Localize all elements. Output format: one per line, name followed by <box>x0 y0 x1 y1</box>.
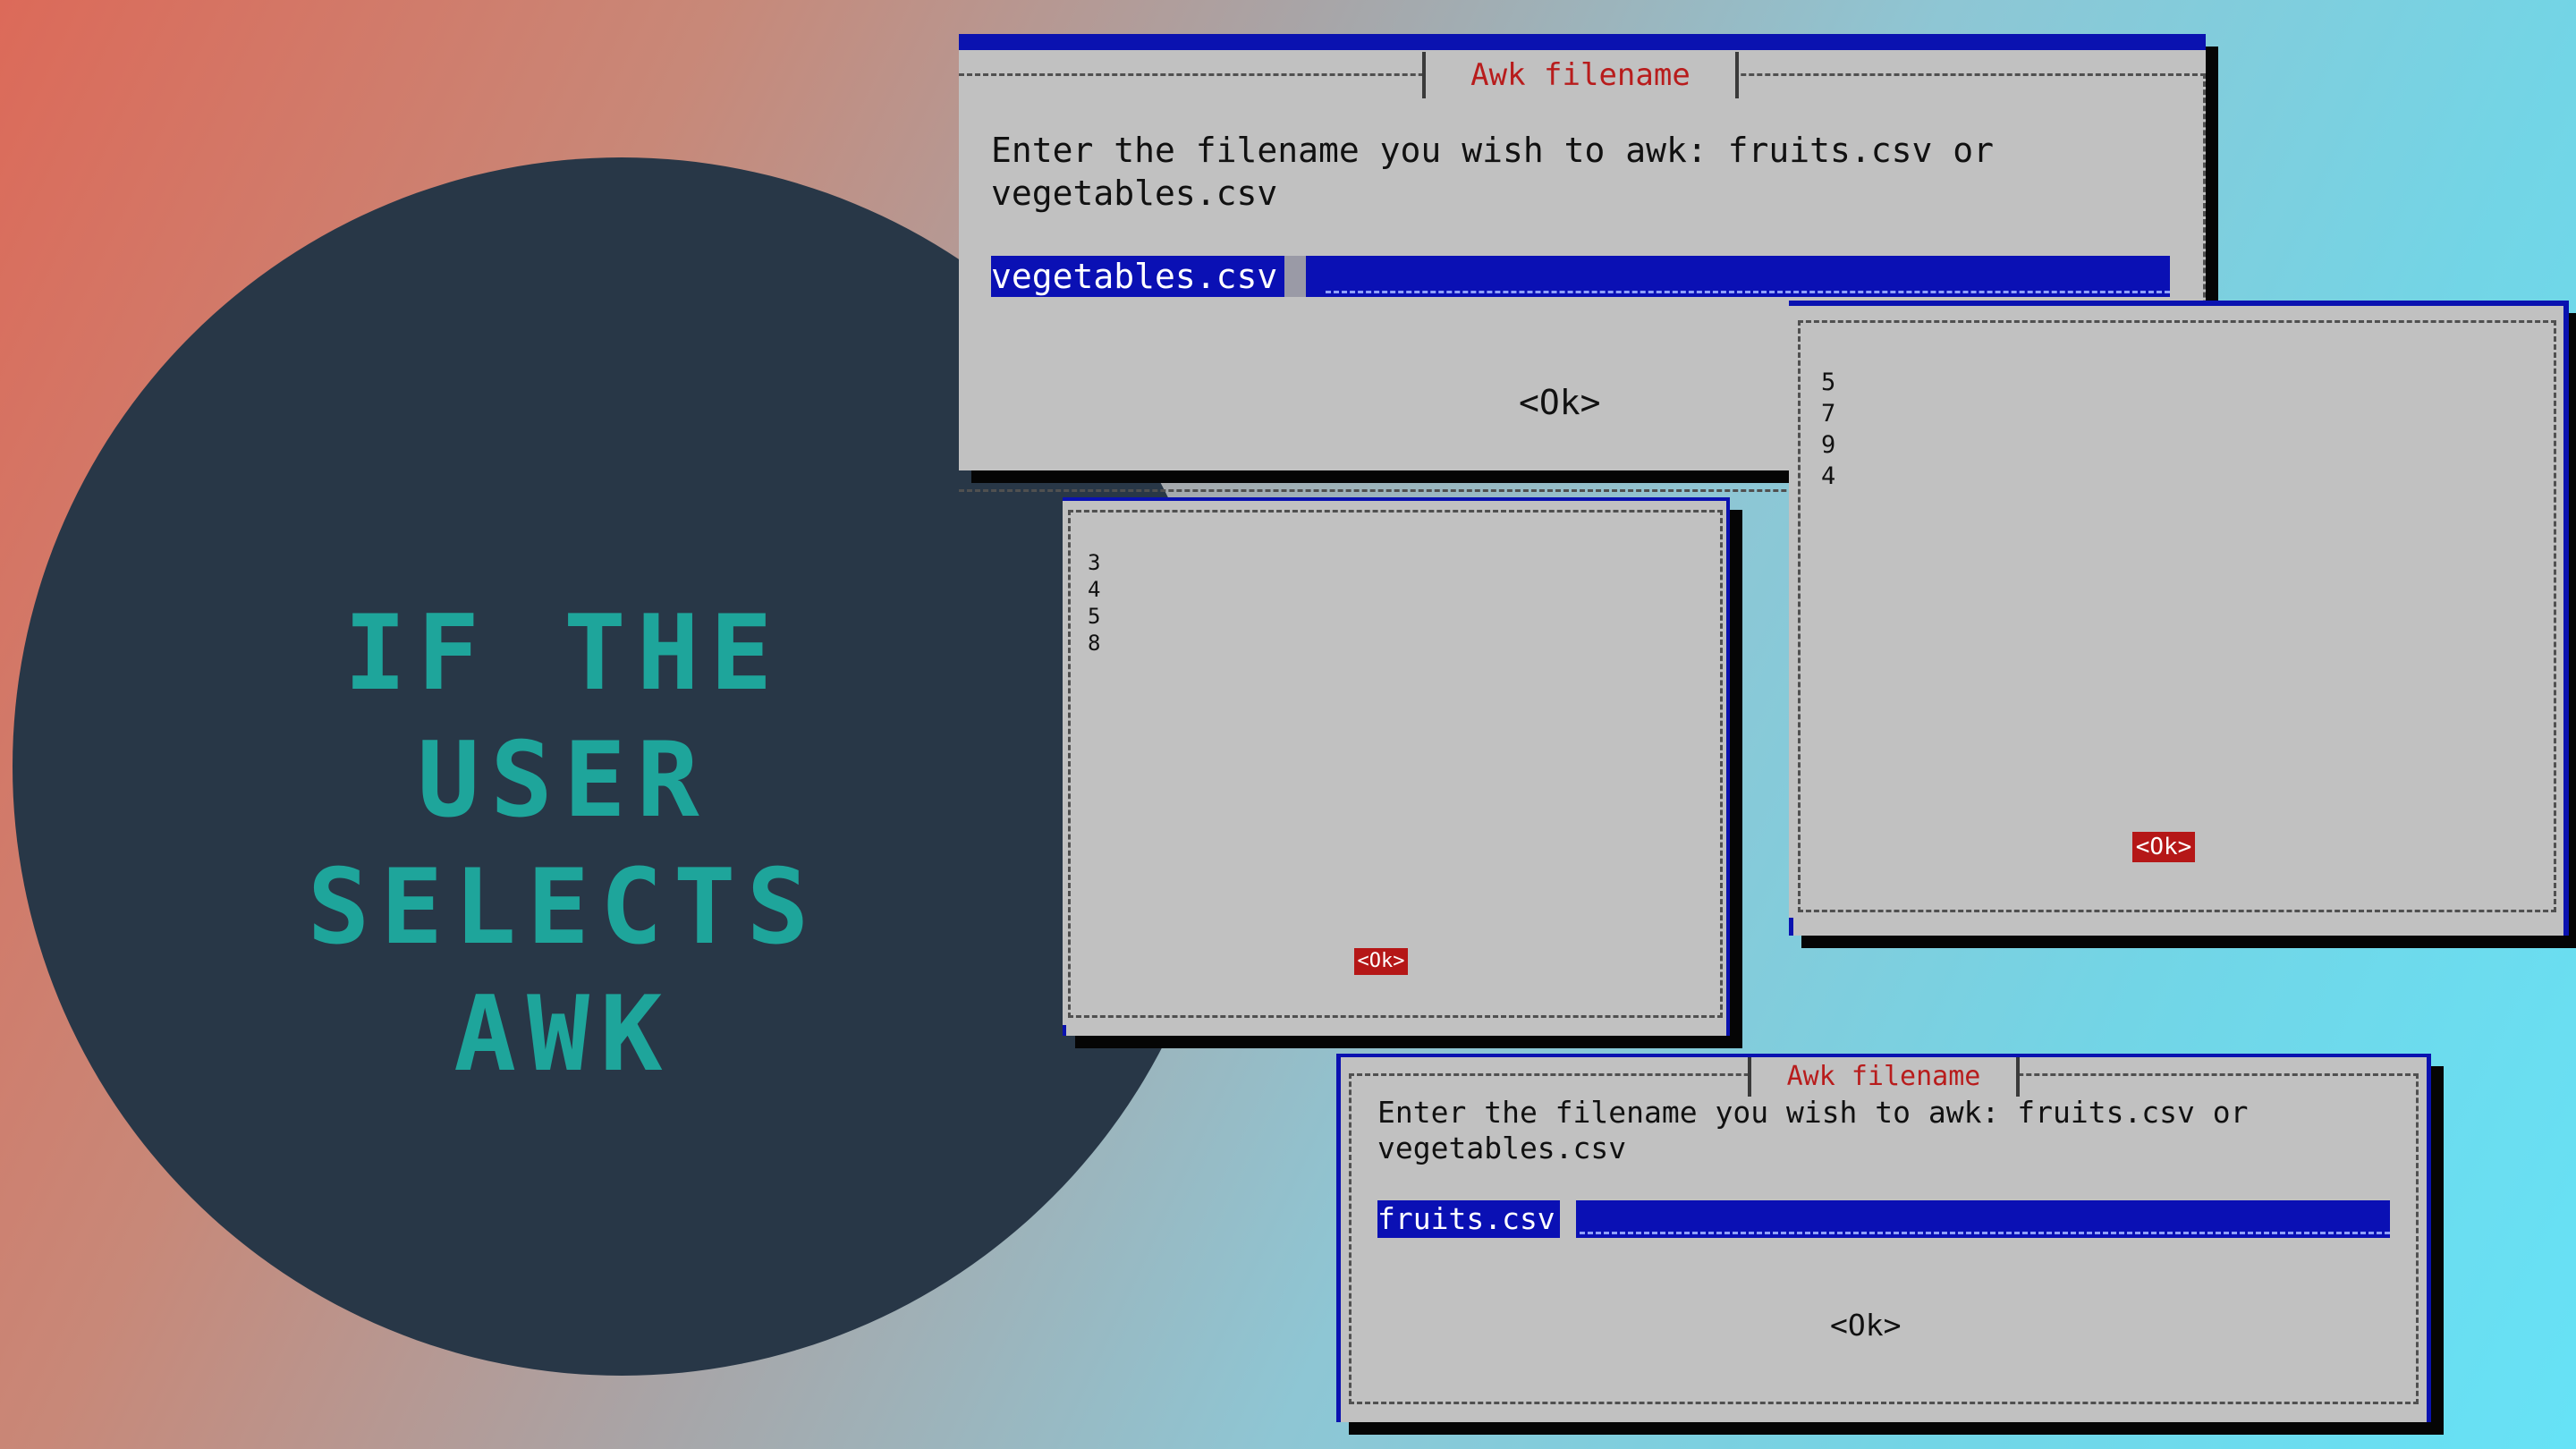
filename-input-value: vegetables.csv <box>991 257 1278 296</box>
list-item: 3 <box>1088 550 1101 575</box>
dialog-title: Awk filename <box>1422 52 1739 98</box>
dialog-prompt-line-2: vegetables.csv <box>991 174 1278 213</box>
headline-line-2: SELECTS AWK <box>307 847 820 1095</box>
input-cursor <box>1560 1200 1576 1238</box>
list-item: 8 <box>1088 631 1101 656</box>
ok-button[interactable]: <Ok> <box>1830 1308 1901 1343</box>
input-fill-underline <box>1580 1232 2390 1234</box>
dialog-frame <box>1068 510 1723 1018</box>
dialog-left-edge <box>1789 918 1793 936</box>
ok-button[interactable]: <Ok> <box>1354 948 1408 975</box>
dialog-frame <box>1798 320 2556 912</box>
dialog-title: Awk filename <box>1748 1057 2020 1097</box>
awk-result-dialog-right: 5 7 9 4 <Ok> <box>1789 301 2569 936</box>
headline-line-1: IF THE USER <box>343 593 784 841</box>
dialog-right-edge <box>2427 1054 2431 1422</box>
input-fill-underline <box>1326 291 2170 293</box>
list-item: 9 <box>1821 431 1836 459</box>
dialog-prompt-line-1: Enter the filename you wish to awk: frui… <box>1377 1095 2249 1130</box>
filename-input-fruits[interactable]: fruits.csv <box>1377 1200 2390 1238</box>
list-item: 5 <box>1088 604 1101 629</box>
filename-input-value: fruits.csv <box>1377 1201 1555 1236</box>
list-item: 5 <box>1821 369 1836 396</box>
dialog-right-edge <box>2563 301 2569 936</box>
result-list: 3 4 5 8 <box>1088 549 1100 657</box>
input-cursor <box>1284 256 1306 297</box>
awk-result-dialog-left: 3 4 5 8 <Ok> <box>1063 497 1730 1036</box>
dialog-left-edge <box>1336 1054 1341 1422</box>
dialog-prompt-line-2: vegetables.csv <box>1377 1131 1627 1165</box>
list-item: 4 <box>1088 577 1101 602</box>
ok-button[interactable]: <Ok> <box>1519 383 1601 422</box>
dialog-prompt-line-1: Enter the filename you wish to awk: frui… <box>991 131 1995 170</box>
filename-input-vegetables[interactable]: vegetables.csv <box>991 256 2170 297</box>
dialog-left-edge <box>1063 1025 1066 1036</box>
headline: IF THE USER SELECTS AWK <box>161 590 966 1098</box>
dialog-top-edge <box>959 34 2206 50</box>
list-item: 7 <box>1821 400 1836 428</box>
list-item: 4 <box>1821 462 1836 490</box>
result-list: 5 7 9 4 <box>1821 367 1835 492</box>
dialog-top-edge <box>1789 301 2569 306</box>
dialog-right-edge <box>1726 497 1730 1036</box>
awk-filename-dialog-fruits: Awk filename Enter the filename you wish… <box>1336 1054 2431 1422</box>
dialog-top-edge <box>1063 497 1730 501</box>
ok-button[interactable]: <Ok> <box>2132 832 2195 862</box>
